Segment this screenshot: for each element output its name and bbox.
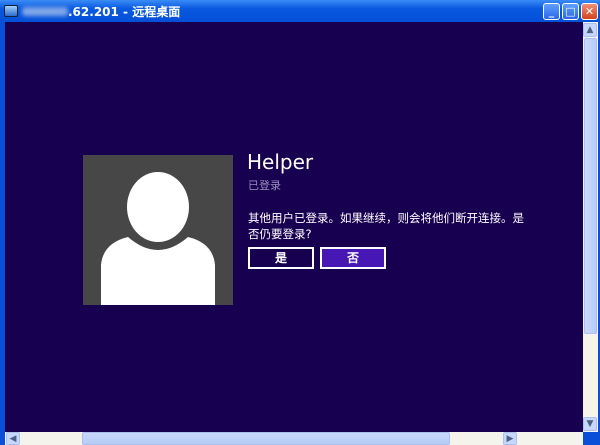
scroll-down-icon[interactable]: ▼ [583,417,597,431]
scroll-up-icon[interactable]: ▲ [583,23,597,37]
scroll-left-icon[interactable]: ◀ [6,432,20,445]
remote-session-screen: Helper 已登录 其他用户已登录。如果继续，则会将他们断开连接。是否仍要登录… [5,22,583,432]
vertical-scrollbar[interactable]: ▲ ▼ [583,22,598,432]
user-silhouette-icon [101,172,215,305]
yes-button[interactable]: 是 [248,247,314,269]
scroll-right-icon[interactable]: ▶ [503,432,517,445]
close-button[interactable]: ✕ [581,3,598,20]
title-bar[interactable]: .62.201 - 远程桌面 _ □ ✕ [0,0,600,22]
warning-message: 其他用户已登录。如果继续，则会将他们断开连接。是否仍要登录? [248,211,524,241]
minimize-button[interactable]: _ [543,3,560,20]
window-title: .62.201 - 远程桌面 [68,4,181,19]
user-name: Helper [247,150,314,174]
remote-desktop-icon [4,5,18,17]
horizontal-scrollbar[interactable]: ◀ ▶ [5,432,583,445]
redacted-ip [22,6,68,16]
no-button[interactable]: 否 [320,247,386,269]
maximize-button[interactable]: □ [562,3,579,20]
user-status: 已登录 [248,179,281,192]
vertical-scroll-thumb[interactable] [584,38,597,334]
user-avatar [83,155,233,305]
horizontal-scroll-thumb[interactable] [82,432,450,445]
